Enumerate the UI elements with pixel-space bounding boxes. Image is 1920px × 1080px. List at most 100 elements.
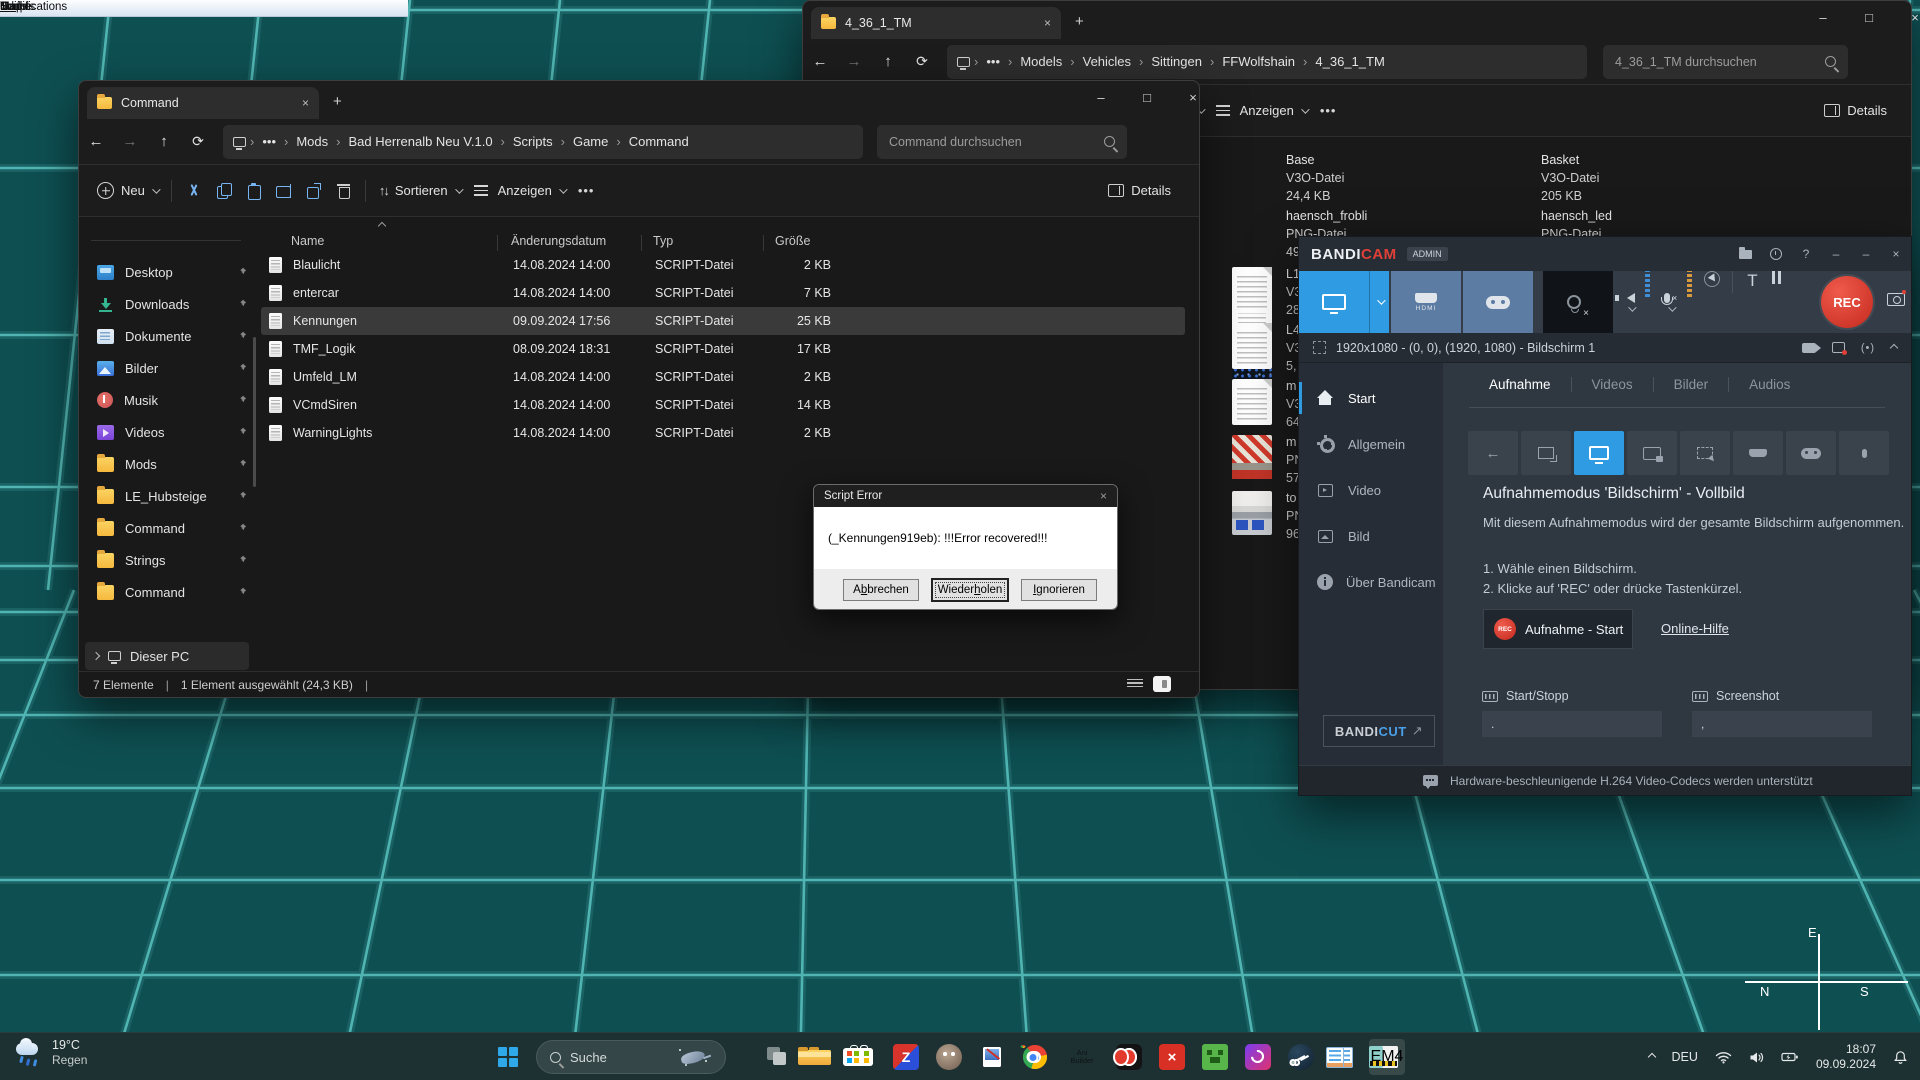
sidebar-item-this-pc[interactable]: Dieser PC <box>85 642 249 670</box>
sidebar-item[interactable]: Bilder <box>79 352 257 384</box>
details-pane-button[interactable]: Details <box>1108 183 1199 198</box>
back-button[interactable]: ← <box>79 133 113 150</box>
content-tab[interactable]: Aufnahme <box>1469 377 1571 392</box>
breadcrumb-ellipsis[interactable]: ••• <box>258 134 280 149</box>
capture-mode-button[interactable] <box>1574 431 1624 475</box>
close-button[interactable]: × <box>1895 3 1920 33</box>
copy-icon[interactable] <box>215 182 232 199</box>
up-button[interactable]: ↑ <box>871 53 905 70</box>
file-row[interactable]: Kennungen 09.09.2024 17:56 SCRIPT-Datei … <box>261 307 1185 335</box>
broadcast-icon[interactable]: (•) <box>1861 342 1875 354</box>
address-bar[interactable]: › ••• › Models›Vehicles›Sittingen›FFWolf… <box>947 45 1587 79</box>
nav-item[interactable]: Allgemein <box>1299 421 1443 467</box>
minimize-to-tray-icon[interactable]: – <box>1821 247 1851 261</box>
image-editor-icon[interactable] <box>979 1044 1005 1070</box>
video-mode-icon[interactable] <box>1802 343 1816 353</box>
nav-item[interactable]: Bild <box>1299 513 1443 559</box>
forward-button[interactable]: → <box>113 133 147 150</box>
game-mode-button[interactable] <box>1463 271 1533 333</box>
breadcrumb-item[interactable]: FFWolfshain <box>1218 54 1299 69</box>
dialog-button[interactable]: Ignorieren <box>1021 579 1097 601</box>
notifications-icon[interactable] <box>1893 1050 1908 1065</box>
breadcrumb-item[interactable]: Models <box>1016 54 1066 69</box>
notepad-plus-icon[interactable] <box>1331 1044 1357 1070</box>
close-icon[interactable]: × <box>1100 489 1107 503</box>
battery-icon[interactable] <box>1781 1051 1799 1063</box>
delete-icon[interactable] <box>335 182 352 199</box>
sidebar-item[interactable]: Musik <box>79 384 257 416</box>
new-button[interactable]: Neu <box>97 182 158 199</box>
help-icon[interactable]: ? <box>1791 247 1821 261</box>
dialog-button[interactable]: Wiederholen <box>932 579 1008 601</box>
share-icon[interactable] <box>305 182 322 199</box>
nav-item[interactable]: Video <box>1299 467 1443 513</box>
bandicam-titlebar[interactable]: BANDICAM ADMIN ? – – × <box>1299 237 1911 271</box>
refresh-button[interactable]: ⟳ <box>181 133 215 150</box>
purple-app-icon[interactable] <box>1245 1044 1271 1070</box>
file-row[interactable]: WarningLights 14.08.2024 14:00 SCRIPT-Da… <box>261 419 1185 447</box>
breadcrumb-item[interactable]: Bad Herrenalb Neu V.1.0 <box>344 134 496 149</box>
up-button[interactable]: ↑ <box>147 133 181 150</box>
new-tab-button[interactable]: + <box>333 93 342 110</box>
capture-mode-button[interactable] <box>1839 431 1889 475</box>
speaker-settings-button[interactable] <box>1627 271 1635 333</box>
capture-mode-button[interactable] <box>1786 431 1836 475</box>
record-button[interactable]: REC <box>1821 276 1873 328</box>
webcam-button[interactable]: × <box>1543 271 1613 333</box>
sidebar-item[interactable]: Videos <box>79 416 257 448</box>
address-bar[interactable]: › ••• › Mods›Bad Herrenalb Neu V.1.0›Scr… <box>223 125 863 159</box>
file-row[interactable]: TMF_Logik 08.09.2024 18:31 SCRIPT-Datei … <box>261 335 1185 363</box>
file-tile[interactable]: Base V3O-Datei 24,4 KB <box>1286 151 1344 205</box>
maximize-button[interactable]: □ <box>1849 3 1889 33</box>
search-box[interactable]: Command durchsuchen <box>877 125 1127 159</box>
device-mode-button[interactable]: HDMI <box>1391 271 1461 333</box>
column-header-size[interactable]: Größe <box>775 234 810 248</box>
red-x-app-icon[interactable]: × <box>1159 1044 1185 1070</box>
text-overlay-button[interactable]: T <box>1747 271 1757 333</box>
minimize-button[interactable]: – <box>1081 83 1121 113</box>
content-tab[interactable]: Audios <box>1728 377 1810 392</box>
capture-mode-button[interactable] <box>1680 431 1730 475</box>
sidebar-scrollbar[interactable] <box>253 337 256 487</box>
screen-mode-dropdown[interactable] <box>1369 271 1389 333</box>
sidebar-item[interactable]: Downloads <box>79 288 257 320</box>
menubar-item[interactable]: Modifications <box>0 1 67 13</box>
microsoft-store-icon[interactable] <box>850 1044 876 1070</box>
sort-button[interactable]: ↑↓Sortieren <box>379 183 461 198</box>
tab-close-icon[interactable]: × <box>302 96 309 110</box>
sidebar-item[interactable]: Dokumente <box>79 320 257 352</box>
record-start-button[interactable]: REC Aufnahme - Start <box>1483 609 1633 649</box>
maximize-button[interactable]: □ <box>1127 83 1167 113</box>
view-button[interactable]: Anzeigen <box>1216 102 1307 119</box>
history-icon[interactable] <box>1770 248 1782 260</box>
clock[interactable]: 18:0709.09.2024 <box>1816 1042 1876 1072</box>
sidebar-item[interactable]: Strings <box>79 544 257 576</box>
column-header-type[interactable]: Typ <box>653 234 673 248</box>
list-view-toggle[interactable] <box>1127 676 1143 690</box>
breadcrumb-item[interactable]: Vehicles <box>1079 54 1135 69</box>
capture-mode-button[interactable] <box>1521 431 1571 475</box>
back-button[interactable]: ← <box>803 53 837 70</box>
column-header-date[interactable]: Änderungsdatum <box>511 234 606 248</box>
open-folder-icon[interactable] <box>1739 250 1752 259</box>
pause-button[interactable] <box>1772 271 1781 333</box>
breadcrumb-item[interactable]: Game <box>569 134 612 149</box>
collapse-icon[interactable] <box>1890 343 1898 351</box>
sidebar-item[interactable]: Desktop <box>79 256 257 288</box>
minimize-button[interactable]: – <box>1803 3 1843 33</box>
content-tab[interactable]: Videos <box>1571 377 1653 392</box>
new-tab-button[interactable]: + <box>1075 13 1084 30</box>
nav-item[interactable]: Start <box>1299 375 1443 421</box>
file-row[interactable]: Blaulicht 14.08.2024 14:00 SCRIPT-Datei … <box>261 251 1185 279</box>
details-view-toggle[interactable] <box>1153 676 1171 692</box>
screen-mode-button[interactable] <box>1299 271 1369 333</box>
sidebar-item[interactable]: Command <box>79 512 257 544</box>
content-tab[interactable]: Bilder <box>1653 377 1729 392</box>
image-mode-icon[interactable] <box>1832 342 1845 353</box>
explorer-tab[interactable]: Command × <box>87 87 319 119</box>
details-pane-button[interactable]: Details <box>1824 103 1911 118</box>
chrome-icon[interactable] <box>1022 1044 1048 1070</box>
file-row[interactable]: VCmdSiren 14.08.2024 14:00 SCRIPT-Datei … <box>261 391 1185 419</box>
more-options-button[interactable]: ••• <box>578 183 595 198</box>
file-explorer-icon[interactable] <box>807 1044 833 1070</box>
